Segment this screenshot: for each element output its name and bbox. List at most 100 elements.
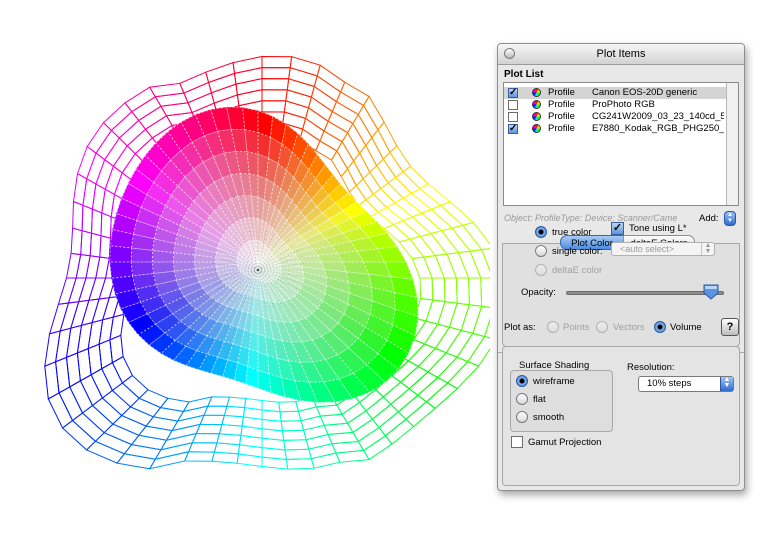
wireframe-cell	[77, 277, 97, 303]
wireframe-cell	[472, 305, 490, 338]
points-radio[interactable]	[547, 321, 559, 333]
wireframe-cell	[280, 420, 305, 432]
plot-items-panel: Plot Items Plot List ✓ Profile Canon EOS…	[497, 43, 745, 491]
wireframe-cell	[362, 435, 393, 461]
wireframe-cell	[440, 227, 472, 254]
wireframe-cell	[339, 81, 370, 107]
wireframe-cell	[394, 197, 423, 218]
single-color-radio[interactable]	[535, 245, 547, 257]
plot-list-label: Plot List	[504, 69, 544, 80]
color-wheel-icon	[532, 124, 541, 133]
opacity-slider[interactable]	[566, 291, 724, 295]
wireframe-cell	[232, 55, 263, 75]
wireframe-cell	[443, 277, 458, 304]
single-color-label: single color:	[552, 246, 603, 257]
wireframe-cell	[195, 423, 223, 435]
wireframe-cell	[261, 55, 293, 69]
wireframe-cell	[377, 121, 398, 154]
wireframe-cell	[310, 452, 341, 469]
wireframe-cell	[483, 317, 490, 339]
chevron-updown-icon: ▲ ▼	[720, 376, 733, 391]
wireframe-cell	[480, 248, 490, 273]
item-name: E7880_Kodak_RGB_PHG250_4320	[592, 123, 724, 134]
wireframe-cell	[58, 386, 84, 422]
single-color-popup[interactable]: <auto select> ▲ ▼	[611, 242, 715, 256]
wireframe-cell	[88, 277, 107, 301]
wireframe-cell	[402, 165, 430, 190]
item-checkbox-checked[interactable]: ✓	[508, 124, 518, 134]
add-stepper-button[interactable]: ▲ ▼	[724, 211, 736, 226]
list-item[interactable]: Profile ProPhoto RGB	[504, 99, 726, 111]
wireframe-cell	[112, 414, 147, 436]
wireframe-cell	[402, 216, 433, 237]
wireframe-cell	[72, 172, 88, 207]
list-item[interactable]: ✓ Profile Canon EOS-20D generic	[504, 87, 726, 99]
object-info: Object: ProfileType: Device: Scanner/Cam…	[504, 213, 678, 223]
item-name: CG241W2009_03_23_140cd_51...	[592, 111, 724, 122]
item-type: Profile	[548, 99, 575, 110]
wireframe-cell	[423, 323, 451, 350]
wireframe-cell	[434, 253, 458, 279]
gamut-3d-plot[interactable]	[0, 0, 490, 558]
item-checkbox[interactable]	[508, 100, 518, 110]
wireframe-cell	[289, 56, 321, 77]
list-item[interactable]: Profile CG241W2009_03_23_140cd_51...	[504, 111, 726, 123]
wireframe-cell	[159, 397, 190, 413]
vectors-label: Vectors	[613, 322, 645, 333]
wireframe-cell	[392, 220, 422, 240]
question-mark-icon[interactable]: ?	[721, 318, 739, 336]
wireframe-cell	[437, 301, 458, 328]
wireframe-cell	[419, 277, 434, 301]
wireframe-cell	[284, 448, 313, 461]
add-label: Add:	[699, 213, 719, 224]
volume-radio[interactable]	[654, 321, 666, 333]
tone-checkbox-checked[interactable]: ✓	[611, 222, 624, 235]
gamut-projection-checkbox[interactable]	[511, 436, 523, 448]
wireframe-cell	[436, 356, 469, 384]
list-scrollbar[interactable]	[726, 83, 738, 205]
opacity-label: Opacity:	[521, 287, 556, 298]
color-wheel-icon	[532, 112, 541, 121]
wireframe-cell	[210, 83, 238, 104]
wireframe-cell	[457, 250, 482, 279]
wireframe-radio[interactable]	[516, 375, 528, 387]
wireframe-cell	[81, 204, 93, 234]
true-color-radio[interactable]	[535, 226, 547, 238]
wireframe-cell	[261, 100, 287, 113]
wireframe-cell	[286, 78, 315, 98]
panel-titlebar[interactable]: Plot Items	[498, 44, 744, 65]
color-wheel-icon	[532, 88, 541, 97]
wireframe-cell	[148, 451, 190, 470]
wireframe-cell	[148, 82, 185, 98]
resolution-value: 10% steps	[647, 378, 692, 389]
flat-radio[interactable]	[516, 393, 528, 405]
deltae-color-radio[interactable]	[535, 264, 547, 276]
wireframe-cell	[389, 145, 412, 173]
smooth-radio[interactable]	[516, 411, 528, 423]
plot-list[interactable]: ✓ Profile Canon EOS-20D generic Profile …	[503, 82, 739, 206]
wireframe-cell	[187, 442, 218, 453]
wireframe-cell	[425, 382, 459, 409]
wireframe-cell	[411, 212, 443, 235]
resolution-popup[interactable]: 10% steps ▲ ▼	[638, 376, 734, 392]
list-item[interactable]: ✓ Profile E7880_Kodak_RGB_PHG250_4320	[504, 123, 726, 135]
item-type: Profile	[548, 123, 575, 134]
vectors-radio[interactable]	[596, 321, 608, 333]
wireframe-cell	[191, 432, 221, 444]
wireframe-cell	[455, 277, 470, 306]
wireframe-cell	[65, 252, 82, 279]
wireframe-cell	[446, 361, 480, 390]
tone-label: Tone using L*	[629, 223, 687, 234]
wireframe-cell	[451, 224, 483, 252]
wireframe-cell	[69, 380, 94, 414]
wireframe-label: wireframe	[533, 376, 575, 387]
item-checkbox[interactable]	[508, 112, 518, 122]
wireframe-cell	[44, 361, 60, 400]
wireframe-cell	[316, 64, 346, 93]
opacity-slider-knob[interactable]	[703, 284, 719, 300]
item-checkbox-checked[interactable]: ✓	[508, 88, 518, 98]
wireframe-cell	[402, 192, 433, 214]
wireframe-cell	[425, 299, 446, 325]
true-color-label: true color	[552, 227, 592, 238]
wireframe-cell	[283, 439, 310, 451]
